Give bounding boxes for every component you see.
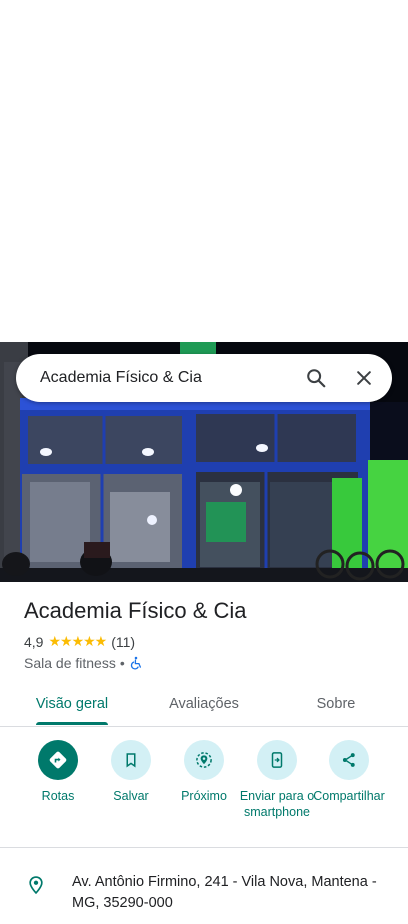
- share-label: Compartilhar: [313, 789, 385, 803]
- separator: •: [119, 655, 125, 671]
- section-divider: [0, 847, 408, 848]
- close-icon: [357, 371, 371, 385]
- address-text: Av. Antônio Firmino, 241 - Vila Nova, Ma…: [72, 874, 377, 911]
- rating-row[interactable]: 4,9 ★★★★★ (11): [24, 634, 135, 650]
- place-title: Academia Físico & Cia: [24, 598, 247, 623]
- search-button[interactable]: [292, 354, 340, 402]
- place-category: Sala de fitness: [24, 655, 116, 671]
- bookmark-icon: [126, 753, 136, 768]
- directions-icon: [49, 751, 67, 769]
- category-row: Sala de fitness •: [24, 655, 143, 671]
- address-row[interactable]: Av. Antônio Firmino, 241 - Vila Nova, Ma…: [0, 866, 408, 914]
- star-rating-icon: ★★★★★: [48, 634, 107, 650]
- send-to-phone-label: Enviar para o smartphone: [239, 789, 315, 819]
- review-count[interactable]: (11): [111, 634, 135, 650]
- search-bar[interactable]: Academia Físico & Cia: [16, 354, 392, 402]
- save-label: Salvar: [113, 789, 149, 803]
- search-icon: [307, 369, 326, 388]
- active-tab-indicator: [36, 722, 108, 725]
- search-input[interactable]: Academia Físico & Cia: [16, 369, 292, 387]
- tab-reviews[interactable]: Avaliações: [148, 682, 260, 726]
- nearby-button[interactable]: Próximo: [166, 740, 242, 804]
- nearby-label: Próximo: [181, 789, 227, 803]
- share-button[interactable]: Compartilhar: [311, 740, 387, 804]
- share-icon: [342, 753, 355, 767]
- save-button[interactable]: Salvar: [93, 740, 169, 804]
- place-tabs: Visão geral Avaliações Sobre: [0, 682, 408, 727]
- send-to-phone-icon: [271, 752, 283, 768]
- directions-button[interactable]: Rotas: [20, 740, 96, 804]
- wheelchair-icon: [130, 656, 141, 670]
- tab-overview[interactable]: Visão geral: [16, 682, 128, 726]
- tab-about[interactable]: Sobre: [284, 682, 388, 726]
- map-blank-area: [0, 0, 408, 342]
- send-to-phone-button[interactable]: Enviar para o smartphone: [239, 740, 315, 820]
- location-pin-icon: [29, 876, 43, 895]
- rating-value: 4,9: [24, 634, 44, 650]
- action-buttons: Rotas Salvar Próximo Enviar para o smart…: [0, 740, 408, 845]
- directions-label: Rotas: [41, 789, 75, 803]
- nearby-icon: [196, 752, 212, 768]
- close-button[interactable]: [340, 354, 388, 402]
